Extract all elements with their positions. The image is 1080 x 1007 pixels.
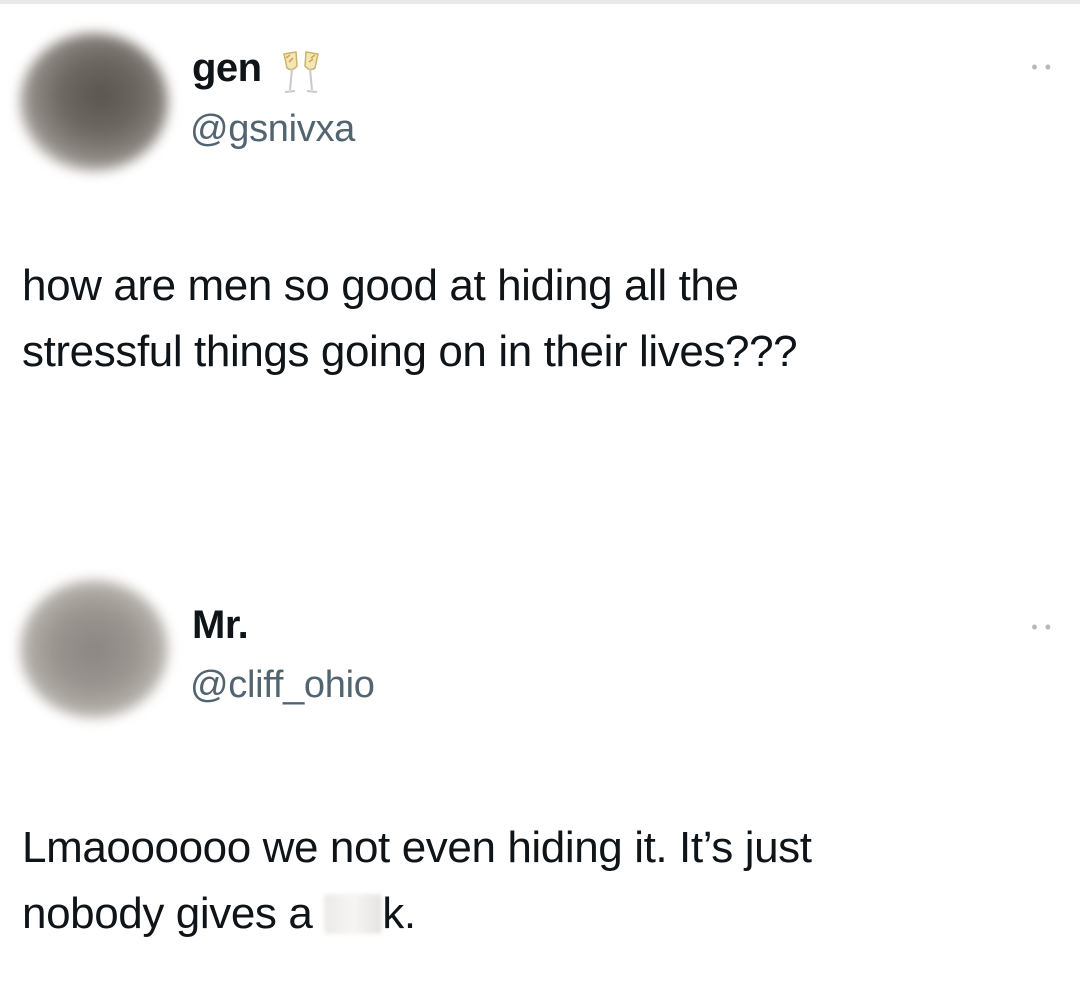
tweet: gen @gsnivxa • • how are men so good at … xyxy=(0,0,1080,500)
more-options-icon[interactable]: • • xyxy=(1031,618,1052,636)
avatar[interactable] xyxy=(20,33,168,171)
tweet-text-line: Lmaoooooo we not even hiding it. It’s ju… xyxy=(22,823,812,872)
avatar[interactable] xyxy=(20,580,168,718)
display-name[interactable]: gen xyxy=(192,46,262,91)
tweet-text-segment: nobody gives a xyxy=(22,889,325,938)
tweet: Mr. @cliff_ohio • • Lmaoooooo we not eve… xyxy=(0,560,1080,1007)
more-options-icon[interactable]: • • xyxy=(1031,58,1052,76)
display-name[interactable]: Mr. xyxy=(192,603,249,648)
tweet-text: Lmaoooooo we not even hiding it. It’s ju… xyxy=(22,815,1062,947)
user-handle[interactable]: @cliff_ohio xyxy=(190,664,375,707)
tweet-text: how are men so good at hiding all the st… xyxy=(22,253,1062,385)
user-handle[interactable]: @gsnivxa xyxy=(190,108,355,151)
tweet-text-line: nobody gives a k. xyxy=(22,881,1062,947)
tweet-text-segment: k. xyxy=(382,889,416,938)
tweet-text-line: how are men so good at hiding all the xyxy=(22,261,739,310)
tweet-text-line: stressful things going on in their lives… xyxy=(22,327,798,376)
censored-word xyxy=(324,894,383,934)
clinking-glasses-icon xyxy=(283,51,319,93)
